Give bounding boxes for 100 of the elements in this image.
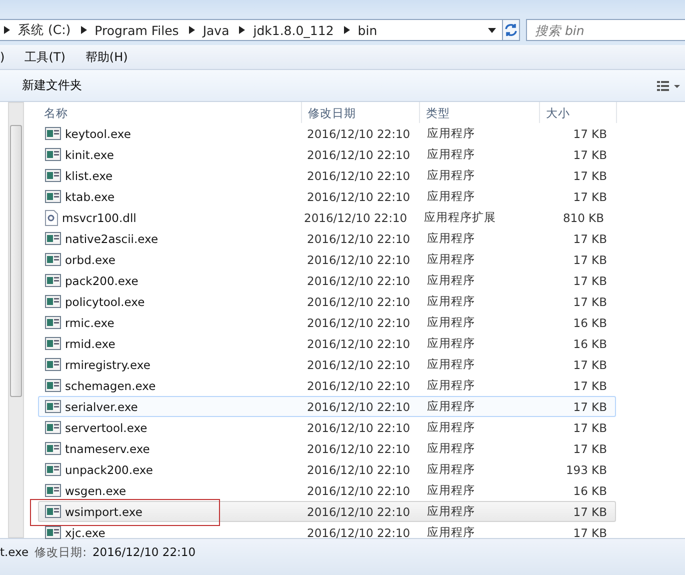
breadcrumb-item[interactable]: Program Files: [94, 22, 179, 38]
file-row[interactable]: keytool.exe 2016/12/10 22:10 应用程序 17 KB: [38, 123, 616, 144]
address-bar[interactable]: 系统 (C:) Program Files Java jdk1.8.0_112 bin: [0, 19, 503, 41]
file-type: 应用程序: [427, 252, 476, 267]
search-field[interactable]: 搜索 bin: [526, 19, 685, 41]
application-icon: [45, 379, 61, 392]
file-type: 应用程序: [427, 147, 476, 162]
file-size: 17 KB: [572, 274, 607, 288]
chevron-icon[interactable]: [80, 26, 87, 34]
view-options-icon[interactable]: [657, 80, 681, 92]
file-name: orbd.exe: [65, 252, 116, 266]
file-type: 应用程序: [427, 483, 476, 498]
file-size: 17 KB: [572, 232, 607, 246]
modified-date: 2016/12/10 22:10: [307, 442, 412, 456]
file-row[interactable]: policytool.exe 2016/12/10 22:10 应用程序 17 KB: [38, 291, 616, 312]
application-icon: [45, 316, 61, 329]
file-type: 应用程序: [427, 525, 476, 540]
file-row[interactable]: rmid.exe 2016/12/10 22:10 应用程序 16 KB: [38, 333, 616, 354]
application-icon: [45, 463, 61, 476]
chevron-icon[interactable]: [4, 26, 10, 34]
file-row[interactable]: rmic.exe 2016/12/10 22:10 应用程序 16 KB: [38, 312, 616, 333]
file-row[interactable]: msvcr100.dll 2016/12/10 22:10 应用程序扩展 810 KB: [38, 207, 616, 228]
modified-date: 2016/12/10 22:10: [307, 294, 412, 308]
file-size: 17 KB: [572, 168, 607, 182]
file-name: serialver.exe: [65, 400, 139, 414]
file-name: wsgen.exe: [65, 484, 128, 498]
file-size: 17 KB: [572, 442, 607, 456]
file-row[interactable]: xjc.exe 2016/12/10 22:10 应用程序 17 KB: [38, 522, 616, 543]
file-size: 17 KB: [572, 526, 607, 540]
modified-date: 2016/12/10 22:10: [307, 252, 412, 266]
file-row[interactable]: unpack200.exe 2016/12/10 22:10 应用程序 193 KB: [38, 459, 616, 480]
file-row[interactable]: orbd.exe 2016/12/10 22:10 应用程序 17 KB: [38, 249, 616, 270]
column-header[interactable]: 修改日期: [302, 102, 420, 123]
application-icon: [45, 505, 61, 518]
file-size: 17 KB: [572, 148, 607, 162]
file-name: rmiregistry.exe: [65, 358, 152, 372]
file-row[interactable]: tnameserv.exe 2016/12/10 22:10 应用程序 17 KB: [38, 438, 616, 459]
chevron-icon[interactable]: [344, 26, 350, 34]
file-name: keytool.exe: [65, 126, 132, 140]
refresh-button[interactable]: [503, 19, 520, 41]
breadcrumb-item[interactable]: jdk1.8.0_112: [253, 22, 334, 38]
breadcrumb-item[interactable]: 系统 (C:): [18, 22, 71, 38]
modified-date: 2016/12/10 22:10: [307, 484, 412, 498]
breadcrumb-item[interactable]: Java: [202, 22, 230, 38]
file-row[interactable]: wsimport.exe 2016/12/10 22:10 应用程序 17 KB: [38, 501, 616, 522]
breadcrumb-item[interactable]: bin: [358, 22, 378, 38]
file-size: 16 KB: [572, 336, 607, 350]
file-size: 17 KB: [572, 252, 607, 266]
file-name: native2ascii.exe: [65, 232, 160, 246]
column-header[interactable]: 类型: [420, 102, 540, 123]
menu-item[interactable]: ): [0, 50, 5, 64]
modified-date: 2016/12/10 22:10: [92, 545, 196, 559]
file-name: pack200.exe: [65, 274, 140, 288]
file-row[interactable]: serialver.exe 2016/12/10 22:10 应用程序 17 KB: [38, 396, 616, 417]
dropdown-icon[interactable]: [488, 28, 496, 32]
column-header[interactable]: 大小: [540, 102, 617, 123]
file-row[interactable]: schemagen.exe 2016/12/10 22:10 应用程序 17 KB: [38, 375, 616, 396]
modified-date: 2016/12/10 22:10: [307, 526, 412, 540]
menu-item[interactable]: 工具(T): [24, 48, 66, 66]
application-icon: [45, 127, 61, 140]
file-row[interactable]: wsgen.exe 2016/12/10 22:10 应用程序 16 KB: [38, 480, 616, 501]
file-name: ktab.exe: [65, 190, 116, 204]
file-size: 193 KB: [564, 462, 607, 476]
application-icon: [45, 442, 61, 455]
file-size: 16 KB: [572, 316, 607, 330]
application-icon: [45, 169, 61, 182]
column-header[interactable]: 名称: [38, 102, 302, 123]
file-row[interactable]: rmiregistry.exe 2016/12/10 22:10 应用程序 17 KB: [38, 354, 616, 375]
file-name: klist.exe: [65, 168, 114, 182]
file-name: tnameserv.exe: [65, 442, 151, 456]
file-type: 应用程序扩展: [424, 210, 497, 225]
file-row[interactable]: ktab.exe 2016/12/10 22:10 应用程序 17 KB: [38, 186, 616, 207]
chevron-icon[interactable]: [188, 26, 195, 34]
file-name: msvcr100.dll: [62, 210, 138, 224]
file-name: kinit.exe: [65, 148, 115, 162]
modified-date: 2016/12/10 22:10: [304, 210, 408, 224]
date-label: 修改日期:: [34, 545, 86, 560]
file-row[interactable]: servertool.exe 2016/12/10 22:10 应用程序 17 KB: [38, 417, 616, 438]
application-icon: [45, 421, 61, 434]
new-folder-button[interactable]: 新建文件夹: [14, 75, 90, 96]
modified-date: 2016/12/10 22:10: [307, 336, 412, 350]
application-icon: [45, 253, 61, 266]
file-type: 应用程序: [427, 273, 476, 288]
file-row[interactable]: kinit.exe 2016/12/10 22:10 应用程序 17 KB: [38, 144, 616, 165]
file-row[interactable]: native2ascii.exe 2016/12/10 22:10 应用程序 17 KB: [38, 228, 616, 249]
chevron-icon[interactable]: [239, 26, 246, 34]
file-type: 应用程序: [427, 357, 476, 372]
modified-date: 2016/12/10 22:10: [307, 274, 412, 288]
modified-date: 2016/12/10 22:10: [307, 358, 412, 372]
application-icon: [45, 232, 61, 245]
file-name: xjc.exe: [65, 526, 106, 540]
application-icon: [45, 358, 61, 371]
modified-date: 2016/12/10 22:10: [307, 504, 412, 518]
scrollbar[interactable]: [8, 102, 24, 538]
file-type: 应用程序: [427, 294, 476, 309]
file-type: 应用程序: [427, 315, 476, 330]
file-row[interactable]: klist.exe 2016/12/10 22:10 应用程序 17 KB: [38, 165, 616, 186]
file-row[interactable]: pack200.exe 2016/12/10 22:10 应用程序 17 KB: [38, 270, 616, 291]
menu-item[interactable]: 帮助(H): [85, 48, 128, 66]
file-size: 17 KB: [572, 504, 607, 518]
